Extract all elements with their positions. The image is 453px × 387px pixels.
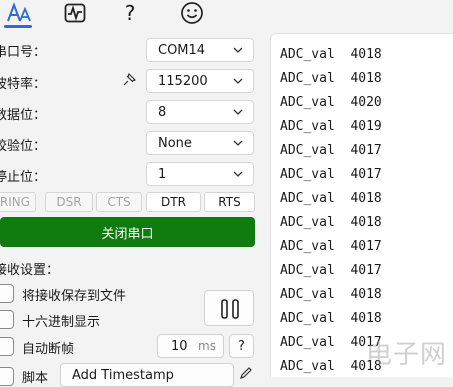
frame-ms-unit: ms [198, 339, 216, 353]
frame-ms-input[interactable]: 10 ms [157, 334, 224, 358]
text-settings-icon[interactable] [4, 0, 34, 26]
output-line: ADC_val 4018 [280, 287, 382, 302]
save-to-file-checkbox[interactable] [0, 284, 14, 303]
baud-label: 波特率： [0, 77, 47, 92]
hex-display-checkbox[interactable] [0, 310, 14, 329]
auto-frame-label: 自动断帧 [22, 342, 75, 357]
hex-display-label: 十六进制显示 [22, 315, 101, 330]
stopbits-value: 1 [158, 166, 167, 182]
output-line: ADC_val 4020 [280, 95, 382, 110]
baud-select[interactable]: 115200 [146, 69, 254, 93]
script-select[interactable]: Add Timestamp [60, 363, 234, 387]
output-line: ADC_val 4018 [280, 215, 382, 230]
receive-settings-title: 接收设置： [0, 263, 60, 278]
receive-output-panel[interactable]: ADC_val 4018 ADC_val 4018 ADC_val 4020 A… [270, 33, 453, 377]
output-line: ADC_val 4017 [280, 167, 382, 182]
auto-frame-help-button[interactable]: ? [229, 334, 254, 358]
output-line: ADC_val 4018 [280, 191, 382, 206]
port-select[interactable]: COM14 [146, 38, 254, 62]
chevron-down-icon [233, 140, 243, 146]
signal-cts: CTS [96, 192, 142, 212]
chevron-down-icon [233, 78, 243, 84]
watermark: 电子网 [365, 340, 447, 370]
stopbits-select[interactable]: 1 [146, 162, 254, 186]
waveform-icon[interactable] [60, 0, 90, 26]
baud-value: 115200 [158, 73, 208, 89]
help-icon-glyph: ? [124, 1, 136, 25]
signal-ring: RING [0, 192, 36, 212]
databits-label: 数据位： [0, 108, 47, 123]
output-line: ADC_val 4017 [280, 239, 382, 254]
output-line: ADC_val 4018 [280, 311, 382, 326]
signal-dtr[interactable]: DTR [146, 192, 201, 212]
output-line: ADC_val 4017 [280, 143, 382, 158]
databits-value: 8 [158, 104, 167, 120]
signal-rts[interactable]: RTS [204, 192, 255, 212]
chevron-down-icon [233, 47, 243, 53]
output-line: ADC_val 4019 [280, 119, 382, 134]
stopbits-label: 停止位： [0, 170, 47, 185]
toolbar: ? [0, 0, 453, 30]
signal-dsr: DSR [45, 192, 93, 212]
help-icon[interactable]: ? [115, 0, 145, 26]
save-to-file-label: 将接收保存到文件 [22, 289, 127, 304]
parity-label: 校验位： [0, 139, 47, 154]
pause-icon [221, 299, 239, 319]
smiley-icon[interactable] [177, 0, 207, 26]
edit-icon[interactable] [239, 366, 253, 384]
frame-ms-value: 10 [171, 338, 188, 354]
port-label: 串口号： [0, 45, 47, 60]
pin-icon[interactable] [121, 72, 137, 92]
parity-select[interactable]: None [146, 131, 254, 155]
output-line: ADC_val 4018 [280, 71, 382, 86]
output-line: ADC_val 4017 [280, 263, 382, 278]
databits-select[interactable]: 8 [146, 100, 254, 124]
script-value: Add Timestamp [72, 367, 174, 383]
parity-value: None [158, 135, 192, 151]
chevron-down-icon [233, 171, 243, 177]
output-line: ADC_val 4018 [280, 47, 382, 62]
active-tab-indicator [4, 25, 32, 28]
close-port-button[interactable]: 关闭串口 [0, 217, 255, 247]
pause-button[interactable] [204, 290, 254, 326]
port-value: COM14 [158, 42, 206, 58]
chevron-down-icon [233, 109, 243, 115]
auto-frame-checkbox[interactable] [0, 337, 14, 356]
